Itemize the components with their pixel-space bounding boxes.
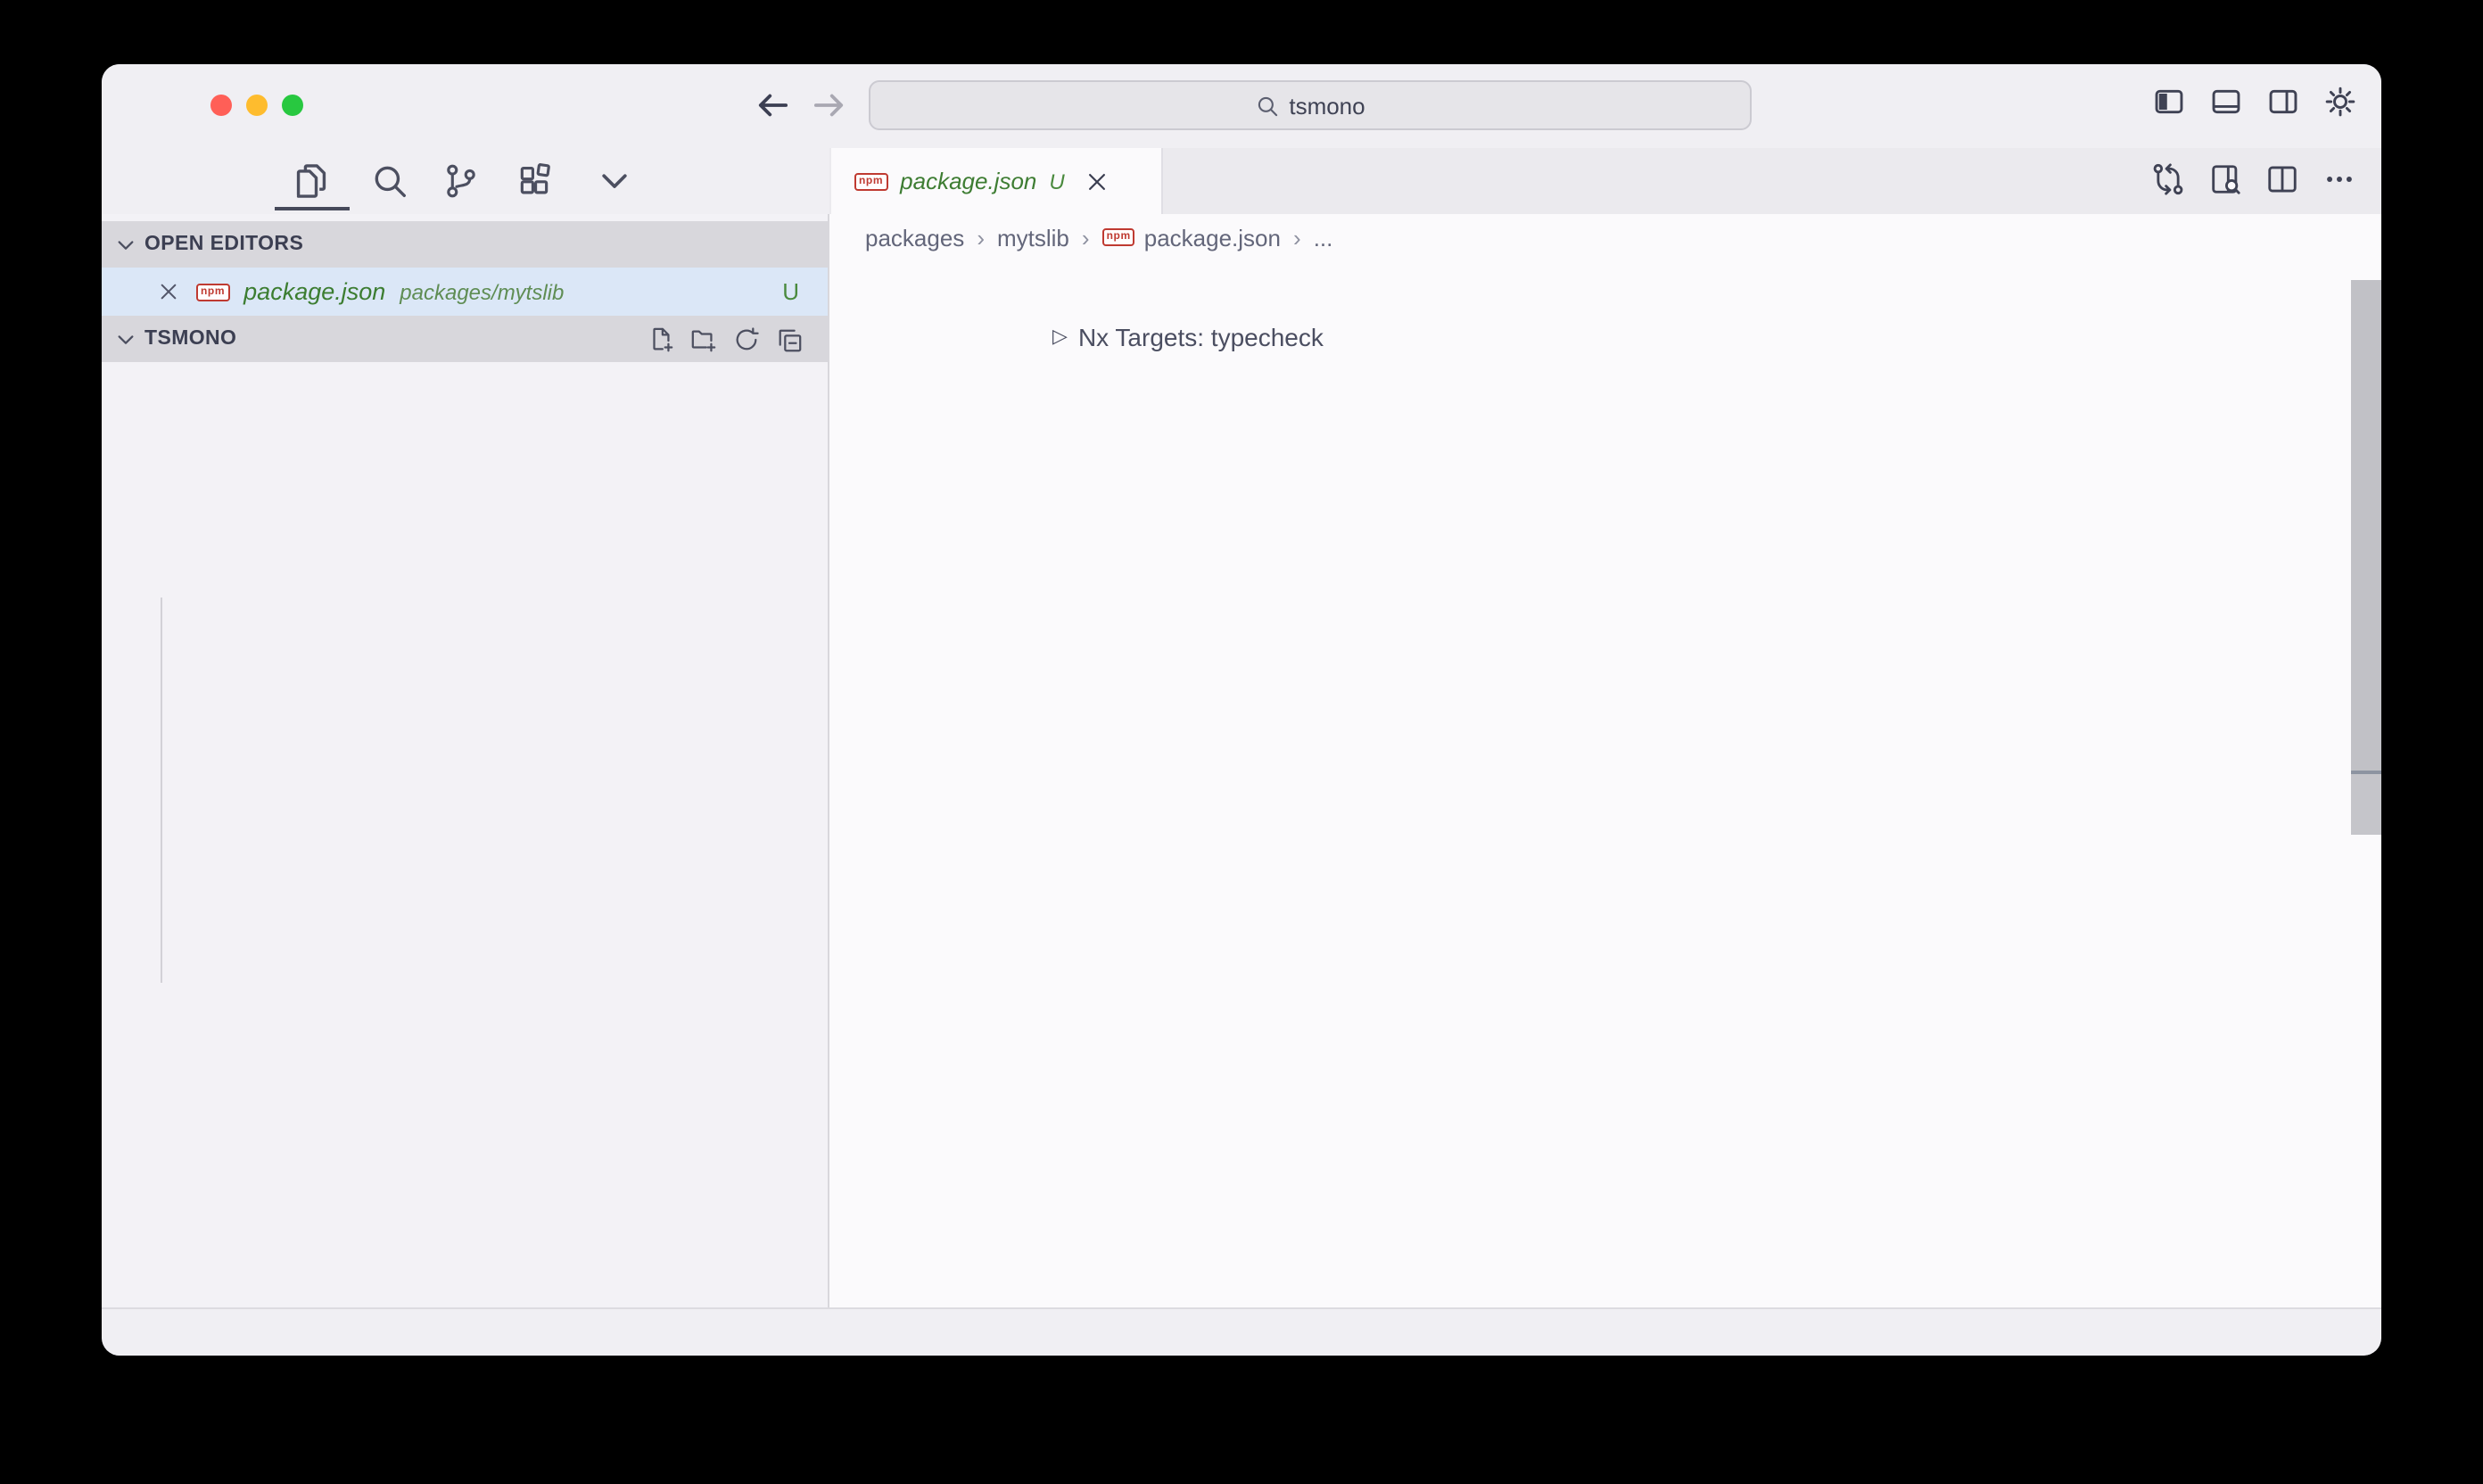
- tab-bar: npm package.json U: [829, 148, 2381, 214]
- toggle-secondary-sidebar-icon[interactable]: [2267, 86, 2299, 118]
- tab-close-icon[interactable]: [1085, 169, 1110, 194]
- search-value: tsmono: [1289, 92, 1365, 119]
- new-folder-icon[interactable]: [690, 326, 717, 352]
- source-control-icon[interactable]: [442, 162, 480, 200]
- breadcrumb-separator: ›: [1082, 224, 1090, 251]
- active-view-underline: [275, 207, 350, 210]
- editor-scrollbar-thumb[interactable]: [2351, 280, 2381, 771]
- toggle-panel-icon[interactable]: [2210, 86, 2242, 118]
- open-editor-filename: package.json: [243, 278, 385, 305]
- open-editor-item[interactable]: npm package.json packages/mytslib U: [102, 268, 828, 316]
- untracked-badge: U: [782, 278, 799, 305]
- minimize-window-button[interactable]: [246, 95, 268, 116]
- tab-untracked-badge: U: [1049, 169, 1064, 194]
- app-window: tsmono npm package.json: [102, 64, 2381, 1356]
- breadcrumb-label: package.json: [1144, 224, 1281, 251]
- new-file-icon[interactable]: [648, 326, 674, 352]
- breadcrumb-separator: ›: [977, 224, 985, 251]
- breadcrumb-label: mytslib: [997, 224, 1069, 251]
- explorer-sidebar: OPEN EDITORS npm package.json packages/m…: [102, 214, 829, 1307]
- close-window-button[interactable]: [210, 95, 232, 116]
- refresh-explorer-icon[interactable]: [733, 326, 760, 352]
- close-editor-icon[interactable]: [157, 280, 180, 303]
- screen: tsmono npm package.json: [0, 0, 2483, 1484]
- back-arrow-icon[interactable]: [753, 86, 792, 125]
- activity-bar: [102, 148, 829, 214]
- breadcrumb: packages › mytslib › npm package.json ›...: [865, 214, 1332, 260]
- breadcrumb-separator: ›: [1293, 224, 1301, 251]
- extensions-icon[interactable]: [516, 162, 553, 200]
- npm-icon: npm: [1102, 228, 1135, 246]
- breadcrumb-item[interactable]: mytslib: [997, 224, 1069, 251]
- file-tree: [102, 357, 828, 1175]
- breadcrumb-item[interactable]: packages: [865, 224, 964, 251]
- sub-bar: npm package.json U: [102, 148, 2381, 214]
- open-changes-icon[interactable]: [2151, 162, 2185, 196]
- editor-scrollbar-block[interactable]: [2351, 774, 2381, 835]
- more-views-chevron-icon[interactable]: [596, 162, 633, 200]
- status-bar: [102, 1307, 2381, 1356]
- chevron-down-icon: [114, 327, 137, 350]
- open-editors-title: OPEN EDITORS: [144, 234, 303, 255]
- open-preview-icon[interactable]: [2208, 162, 2242, 196]
- breadcrumb-label: ...: [1314, 224, 1333, 251]
- codelens-link[interactable]: ▷ Nx Targets: typecheck: [1052, 316, 1324, 357]
- search-icon: [1255, 94, 1278, 117]
- editor-pane: packages › mytslib › npm package.json ›... ▷ N…: [829, 214, 2381, 1307]
- npm-icon: npm: [196, 283, 229, 301]
- search-view-icon[interactable]: [371, 162, 408, 200]
- codelens-text: Nx Targets: typecheck: [1078, 322, 1324, 350]
- settings-gear-icon[interactable]: [2324, 86, 2356, 118]
- command-center-search[interactable]: tsmono: [869, 80, 1752, 130]
- indent-guide: [161, 598, 162, 983]
- collapse-folders-icon[interactable]: [776, 326, 803, 352]
- split-editor-icon[interactable]: [2265, 162, 2299, 196]
- open-editors-header[interactable]: OPEN EDITORS: [102, 221, 828, 268]
- npm-icon: npm: [854, 172, 887, 190]
- open-editor-path: packages/mytslib: [400, 279, 564, 304]
- forward-arrow-icon[interactable]: [810, 86, 849, 125]
- breadcrumb-item[interactable]: ...: [1314, 224, 1333, 251]
- title-bar: tsmono: [102, 64, 2381, 148]
- zoom-window-button[interactable]: [282, 95, 303, 116]
- toggle-primary-sidebar-icon[interactable]: [2153, 86, 2185, 118]
- more-actions-icon[interactable]: [2322, 162, 2356, 196]
- workspace-header[interactable]: TSMONO: [102, 316, 828, 362]
- explorer-icon[interactable]: [293, 162, 330, 200]
- run-triangle-icon: ▷: [1052, 325, 1068, 348]
- workspace-title: TSMONO: [144, 328, 236, 350]
- tab-label: package.json: [900, 168, 1036, 194]
- breadcrumb-item[interactable]: npm package.json: [1102, 224, 1281, 251]
- tab-package-json[interactable]: npm package.json U: [831, 148, 1163, 214]
- breadcrumb-label: packages: [865, 224, 964, 251]
- chevron-down-icon: [114, 233, 137, 256]
